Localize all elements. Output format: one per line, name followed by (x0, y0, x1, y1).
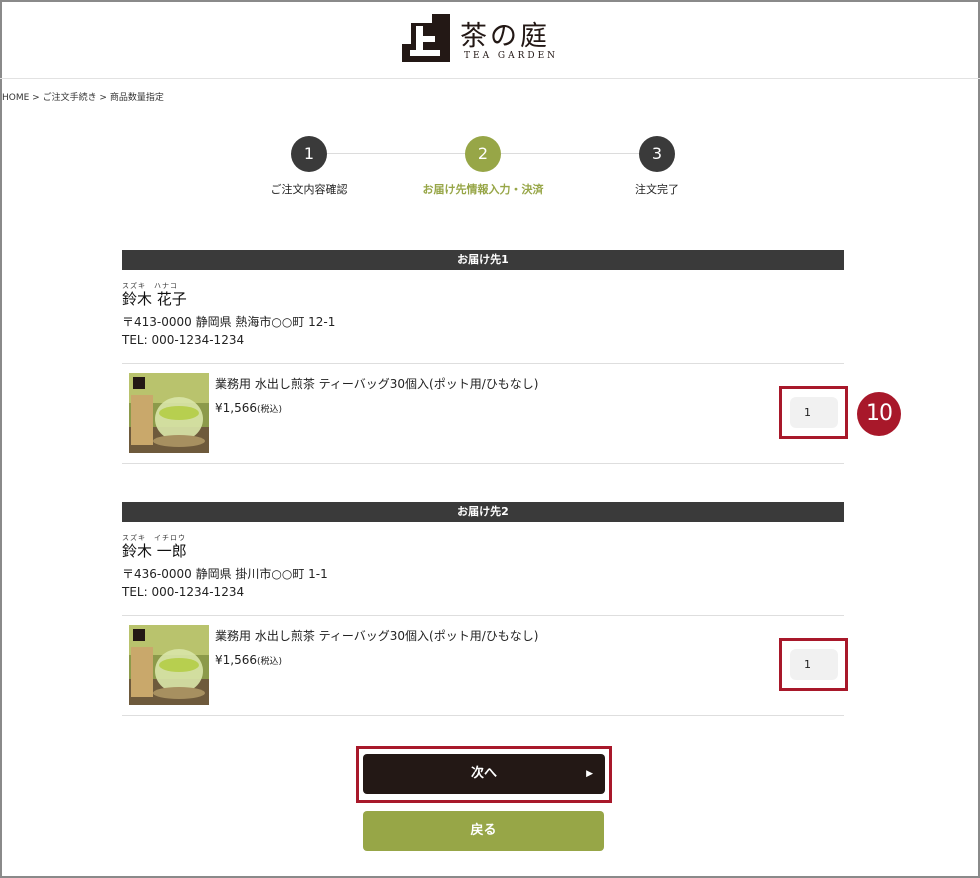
play-arrow-icon: ▶ (586, 769, 593, 779)
divider (122, 715, 844, 716)
destination-1-address: 〒413-0000 静岡県 熱海市○○町 12-1 (122, 315, 336, 329)
site-logo[interactable]: 茶の庭 TEA GARDEN (402, 14, 572, 66)
kanejo-logo-icon (402, 14, 450, 62)
step-connector (501, 153, 639, 154)
divider (122, 363, 844, 364)
destination-1-quantity-input[interactable] (790, 397, 838, 428)
destination-2-product-price: ¥1,566(税込) (215, 653, 282, 667)
destination-1-product-price: ¥1,566(税込) (215, 401, 282, 415)
price-value: ¥1,566 (215, 653, 257, 667)
back-button[interactable]: 戻る (363, 811, 604, 851)
price-tax-label: (税込) (257, 405, 283, 415)
destination-1-tel: TEL: 000-1234-1234 (122, 333, 245, 347)
quantity-highlight (779, 386, 848, 439)
next-button-label: 次へ (470, 766, 497, 781)
destination-1-header: お届け先1 (122, 250, 844, 270)
step-2-label: お届け先情報入力・決済 (422, 183, 544, 196)
step-1-label: ご注文内容確認 (270, 183, 348, 196)
logo-title-ja: 茶の庭 (460, 21, 550, 52)
destination-2-tel: TEL: 000-1234-1234 (122, 585, 245, 599)
breadcrumb: HOME > ご注文手続き > 商品数量指定 (2, 93, 164, 103)
step-3-circle: 3 (639, 136, 675, 172)
logo-title-en: TEA GARDEN (464, 51, 559, 61)
destination-2-product-name[interactable]: 業務用 水出し煎茶 ティーバッグ30個入(ポット用/ひもなし) (215, 627, 538, 644)
step-1-circle: 1 (291, 136, 327, 172)
next-button-highlight: 次へ ▶ (356, 746, 612, 803)
site-header: 茶の庭 TEA GARDEN (0, 0, 980, 79)
price-value: ¥1,566 (215, 401, 257, 415)
destination-2-address: 〒436-0000 静岡県 掛川市○○町 1-1 (122, 567, 328, 581)
step-3-label: 注文完了 (635, 183, 679, 196)
price-tax-label: (税込) (257, 657, 283, 667)
next-button[interactable]: 次へ ▶ (363, 754, 605, 794)
destination-1-product-name[interactable]: 業務用 水出し煎茶 ティーバッグ30個入(ポット用/ひもなし) (215, 375, 538, 392)
divider (122, 615, 844, 616)
quantity-highlight (779, 638, 848, 691)
product-thumbnail-icon (129, 625, 209, 705)
step-2-circle: 2 (465, 136, 501, 172)
checkout-steps: 1 ご注文内容確認 2 お届け先情報入力・決済 3 注文完了 (0, 134, 980, 204)
product-thumbnail-icon (129, 373, 209, 453)
divider (122, 463, 844, 464)
annotation-badge: 10 (857, 392, 901, 436)
destination-1-name: 鈴木 花子 (122, 290, 187, 308)
step-connector (327, 153, 465, 154)
destination-2-quantity-input[interactable] (790, 649, 838, 680)
destination-2-name: 鈴木 一郎 (122, 542, 187, 560)
destination-2-header: お届け先2 (122, 502, 844, 522)
